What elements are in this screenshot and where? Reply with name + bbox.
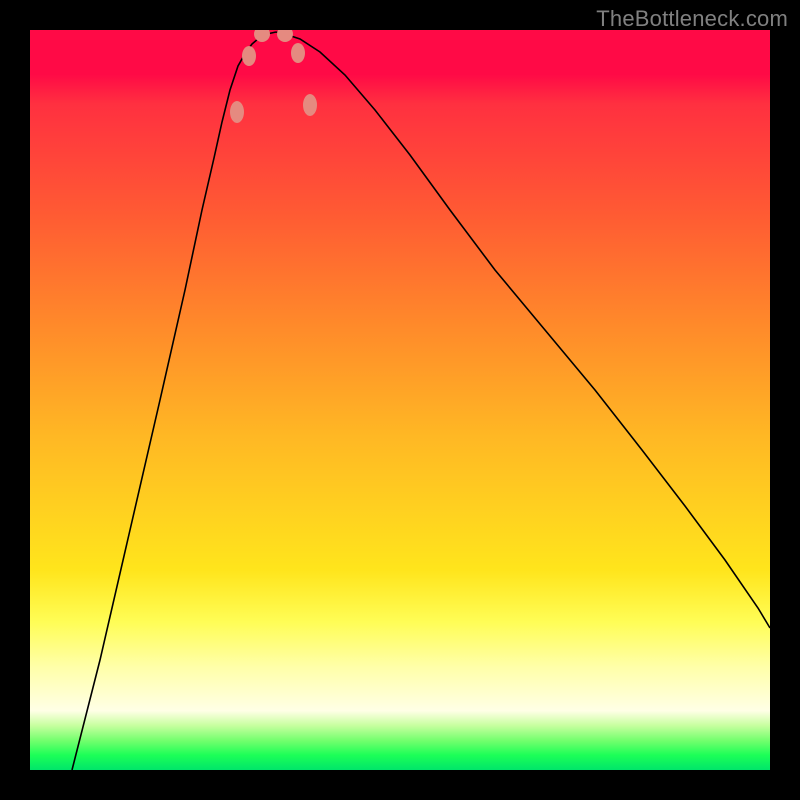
plot-area — [30, 30, 770, 770]
chart-stage: TheBottleneck.com — [0, 0, 800, 800]
curve-right-branch — [276, 32, 770, 628]
watermark-label: TheBottleneck.com — [596, 6, 788, 32]
marker-0 — [230, 101, 244, 123]
marker-5 — [303, 94, 317, 116]
marker-3 — [277, 30, 293, 42]
marker-4 — [291, 43, 305, 63]
marker-1 — [242, 46, 256, 66]
bottleneck-curve-chart — [30, 30, 770, 770]
curve-left-branch — [72, 32, 276, 770]
